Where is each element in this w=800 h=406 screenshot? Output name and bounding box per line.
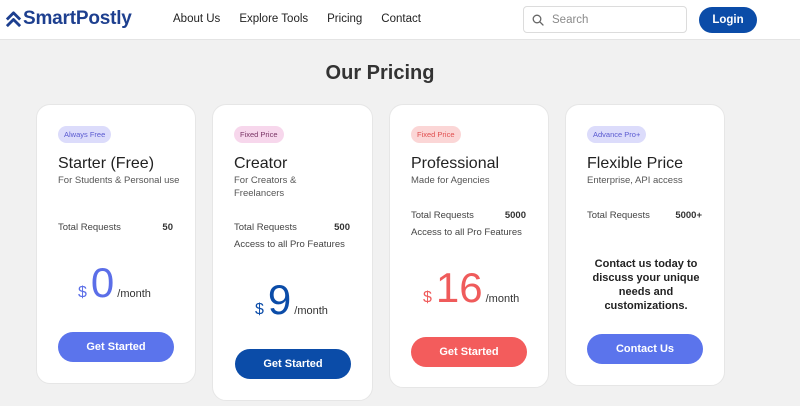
plan-title: Starter (Free): [58, 155, 155, 172]
plan-subtitle: Enterprise, API access: [587, 175, 683, 186]
brand-name: SmartPostly: [23, 8, 132, 29]
nav-menu: About Us Explore Tools Pricing Contact: [173, 13, 440, 25]
price-currency: $: [78, 284, 87, 301]
requests-value: 500: [334, 222, 350, 233]
plan-title: Creator: [234, 155, 288, 172]
plan-title: Professional: [411, 155, 500, 172]
price-period: /month: [294, 305, 328, 317]
plan-title: Flexible Price: [587, 155, 684, 172]
contact-message: Contact us today to discuss your unique …: [592, 258, 700, 312]
price-currency: $: [255, 301, 264, 318]
plan-subtitle: Made for Agencies: [411, 175, 490, 186]
requests-label: Total Requests: [411, 210, 474, 221]
contact-us-button[interactable]: Contact Us: [587, 334, 703, 364]
top-navbar: SmartPostly About Us Explore Tools Prici…: [0, 0, 800, 40]
plan-price: $ 0 /month: [78, 262, 151, 304]
price-amount: 16: [435, 264, 483, 311]
pricing-card-professional: Fixed Price Professional Made for Agenci…: [389, 104, 549, 388]
login-button[interactable]: Login: [699, 7, 757, 33]
plan-feature: Access to all Pro Features: [234, 239, 345, 250]
plan-badge: Always Free: [58, 126, 112, 143]
price-period: /month: [117, 288, 151, 300]
plan-badge: Advance Pro+: [587, 126, 647, 143]
search-icon: [532, 14, 544, 26]
nav-link-about-us[interactable]: About Us: [173, 13, 220, 25]
pricing-card-creator: Fixed Price Creator For Creators & Freel…: [212, 104, 373, 401]
plan-subtitle: For Creators & Freelancers: [234, 175, 297, 199]
plan-badge: Fixed Price: [411, 126, 461, 143]
price-period: /month: [485, 293, 520, 305]
nav-link-explore-tools[interactable]: Explore Tools: [239, 13, 308, 25]
price-amount: 9: [267, 276, 292, 323]
pricing-card-flexible: Advance Pro+ Flexible Price Enterprise, …: [565, 104, 725, 386]
get-started-button[interactable]: Get Started: [58, 332, 174, 362]
chevron-up-icon: [5, 10, 22, 27]
requests-value: 5000: [504, 210, 526, 221]
nav-link-pricing[interactable]: Pricing: [327, 13, 362, 25]
requests-label: Total Requests: [234, 222, 297, 233]
plan-feature: Access to all Pro Features: [411, 227, 522, 238]
requests-value: 50: [162, 222, 173, 233]
plan-price: $ 9 /month: [255, 279, 328, 321]
search-box: [523, 6, 687, 33]
price-amount: 0: [90, 259, 115, 306]
get-started-button[interactable]: Get Started: [411, 337, 527, 367]
get-started-button[interactable]: Get Started: [235, 349, 351, 379]
nav-link-contact[interactable]: Contact: [381, 13, 421, 25]
plan-badge: Fixed Price: [234, 126, 284, 143]
search-input[interactable]: [552, 13, 682, 26]
plan-price: $ 16 /month: [423, 267, 519, 309]
requests-label: Total Requests: [587, 210, 650, 221]
requests-value: 5000+: [675, 210, 702, 221]
requests-label: Total Requests: [58, 222, 121, 233]
page-title: Our Pricing: [325, 62, 435, 84]
price-currency: $: [423, 289, 432, 306]
plan-subtitle: For Students & Personal use: [58, 175, 180, 186]
brand-logo[interactable]: SmartPostly: [5, 8, 132, 30]
pricing-card-starter: Always Free Starter (Free) For Students …: [36, 104, 196, 384]
